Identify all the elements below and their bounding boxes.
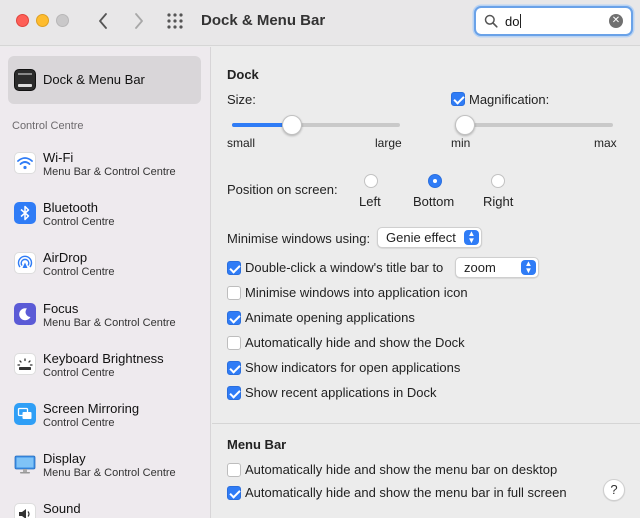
wifi-icon xyxy=(14,152,36,174)
magnification-slider-thumb[interactable] xyxy=(455,115,475,135)
chevron-left-icon xyxy=(99,13,107,29)
sidebar-item-subtitle: Menu Bar & Control Centre xyxy=(43,317,176,329)
sidebar: Dock & Menu Bar Control Centre Wi-Fi Men… xyxy=(0,47,211,518)
search-input[interactable]: do xyxy=(505,14,522,29)
position-right-radio[interactable] xyxy=(491,174,505,188)
sidebar-item-subtitle: Menu Bar & Control Centre xyxy=(43,467,176,479)
chevron-right-icon xyxy=(135,13,143,29)
autohide-menubar-desktop-label: Automatically hide and show the menu bar… xyxy=(245,462,558,477)
sidebar-item-display[interactable]: Display Menu Bar & Control Centre xyxy=(12,449,207,489)
sidebar-item-title: Sound xyxy=(43,501,81,516)
bluetooth-icon xyxy=(14,202,36,224)
airdrop-icon xyxy=(14,252,36,274)
position-left-radio[interactable] xyxy=(364,174,378,188)
sidebar-item-title: AirDrop xyxy=(43,250,88,265)
minimise-effect-popup[interactable]: Genie effect ▲ ▼ xyxy=(377,227,482,248)
minimise-into-icon-checkbox[interactable] xyxy=(227,286,241,300)
position-label: Position on screen: xyxy=(227,182,338,197)
position-right-label: Right xyxy=(483,194,514,209)
zoom-window-button[interactable] xyxy=(56,14,69,27)
magnification-checkbox[interactable] xyxy=(451,92,465,106)
minimise-effect-value: Genie effect xyxy=(386,230,456,245)
autohide-menubar-fullscreen-checkbox[interactable] xyxy=(227,486,241,500)
close-window-button[interactable] xyxy=(16,14,29,27)
autohide-dock-checkbox[interactable] xyxy=(227,336,241,350)
sidebar-item-subtitle: Control Centre xyxy=(43,417,115,429)
sidebar-item-screen-mirroring[interactable]: Screen Mirroring Control Centre xyxy=(12,399,207,439)
sidebar-item-title: Keyboard Brightness xyxy=(43,351,164,366)
position-bottom-radio[interactable] xyxy=(428,174,442,188)
animate-opening-label: Animate opening applications xyxy=(245,310,415,325)
double-click-action-popup[interactable]: zoom ▲ ▼ xyxy=(455,257,539,278)
size-slider-thumb[interactable] xyxy=(282,115,303,135)
double-click-checkbox[interactable] xyxy=(227,261,241,275)
double-click-label: Double-click a window's title bar to xyxy=(245,260,444,275)
show-indicators-checkbox[interactable] xyxy=(227,361,241,375)
sidebar-item-dock-menu-bar[interactable]: Dock & Menu Bar xyxy=(8,56,201,104)
screen-mirroring-icon xyxy=(14,403,36,425)
size-slider[interactable] xyxy=(232,123,400,127)
dock-section-header: Dock xyxy=(227,67,259,82)
main-panel: Dock Size: small large Magnification: mi… xyxy=(212,47,640,518)
window-title: Dock & Menu Bar xyxy=(201,12,326,29)
double-click-action-value: zoom xyxy=(464,260,496,275)
show-indicators-label: Show indicators for open applications xyxy=(245,360,461,375)
menubar-section-header: Menu Bar xyxy=(227,437,287,452)
magnification-slider[interactable] xyxy=(455,123,613,127)
magnification-max-label: max xyxy=(594,136,617,150)
size-max-label: large xyxy=(375,136,402,150)
minimise-into-icon-label: Minimise windows into application icon xyxy=(245,285,468,300)
magnification-min-label: min xyxy=(451,136,471,150)
sidebar-item-keyboard-brightness[interactable]: Keyboard Brightness Control Centre xyxy=(12,349,207,389)
sidebar-item-wifi[interactable]: Wi-Fi Menu Bar & Control Centre xyxy=(12,148,207,188)
sidebar-item-focus[interactable]: Focus Menu Bar & Control Centre xyxy=(12,299,207,339)
search-icon xyxy=(484,14,498,28)
search-input-value: do xyxy=(505,14,520,29)
chevron-updown-icon: ▲ ▼ xyxy=(464,230,479,245)
back-button[interactable] xyxy=(92,10,114,32)
size-label: Size: xyxy=(227,92,256,107)
size-min-label: small xyxy=(227,136,256,150)
moon-icon xyxy=(14,303,36,325)
show-recent-apps-checkbox[interactable] xyxy=(227,386,241,400)
show-all-button[interactable] xyxy=(166,12,186,32)
magnification-label: Magnification: xyxy=(469,92,550,107)
search-field[interactable]: do ✕ xyxy=(474,6,633,36)
sidebar-item-title: Screen Mirroring xyxy=(43,401,140,416)
position-left-label: Left xyxy=(359,194,381,209)
autohide-dock-label: Automatically hide and show the Dock xyxy=(245,335,465,350)
sidebar-item-title: Display xyxy=(43,451,86,466)
minimise-using-label: Minimise windows using: xyxy=(227,231,371,246)
sidebar-item-bluetooth[interactable]: Bluetooth Control Centre xyxy=(12,198,207,238)
section-divider xyxy=(212,423,640,424)
dock-icon xyxy=(14,69,36,91)
display-icon xyxy=(14,453,36,475)
chevron-updown-icon: ▲ ▼ xyxy=(521,260,536,275)
sidebar-item-sound[interactable]: Sound xyxy=(12,499,207,518)
sidebar-item-subtitle: Control Centre xyxy=(43,216,115,228)
sidebar-item-subtitle: Control Centre xyxy=(43,367,115,379)
show-recent-apps-label: Show recent applications in Dock xyxy=(245,385,437,400)
clear-search-icon[interactable]: ✕ xyxy=(609,14,623,28)
minimize-window-button[interactable] xyxy=(36,14,49,27)
sound-icon xyxy=(14,503,36,518)
autohide-menubar-desktop-checkbox[interactable] xyxy=(227,463,241,477)
sidebar-section-header: Control Centre xyxy=(12,120,84,132)
animate-opening-checkbox[interactable] xyxy=(227,311,241,325)
sidebar-item-title: Focus xyxy=(43,301,79,316)
sidebar-item-label: Dock & Menu Bar xyxy=(43,72,145,87)
sidebar-item-airdrop[interactable]: AirDrop Control Centre xyxy=(12,248,207,288)
autohide-menubar-fullscreen-label: Automatically hide and show the menu bar… xyxy=(245,485,567,500)
help-button[interactable]: ? xyxy=(603,479,625,501)
sidebar-item-title: Bluetooth xyxy=(43,200,98,215)
sidebar-item-title: Wi-Fi xyxy=(43,150,74,165)
position-bottom-label: Bottom xyxy=(413,194,455,209)
grid-icon xyxy=(167,13,183,29)
title-bar: Dock & Menu Bar do ✕ xyxy=(0,0,640,46)
forward-button[interactable] xyxy=(128,10,150,32)
sidebar-item-subtitle: Menu Bar & Control Centre xyxy=(43,166,176,178)
keyboard-brightness-icon xyxy=(14,353,36,375)
sidebar-item-subtitle: Control Centre xyxy=(43,266,115,278)
